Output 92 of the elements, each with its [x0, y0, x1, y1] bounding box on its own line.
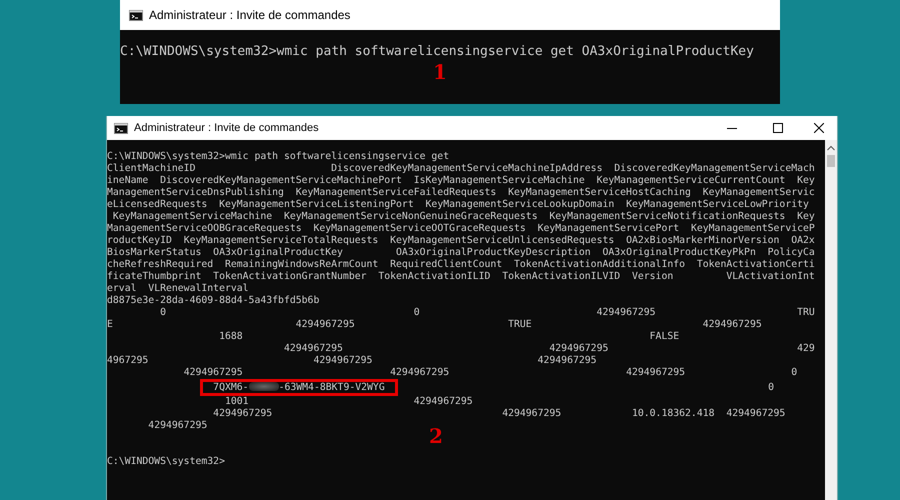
- output-value: 4294967295: [538, 355, 597, 366]
- scrollbar[interactable]: [825, 140, 837, 500]
- maximize-icon: [773, 123, 783, 133]
- column-name: OA3xOriginalProductKeyDescription: [396, 247, 591, 258]
- column-name: BiosMarkerStatus: [107, 247, 202, 258]
- column-name: roductKeyID: [107, 235, 172, 246]
- output-value: 0: [768, 382, 774, 393]
- column-name: DiscoveredKeyManagementServiceMachineIpAddress: [331, 163, 602, 174]
- column-name: ClientMachineID: [107, 163, 196, 174]
- column-name: KeyManagementServiceLookupDomain: [426, 199, 614, 210]
- close-icon: [814, 123, 824, 133]
- column-name: ficateThumbprint: [107, 271, 202, 282]
- column-name: VLActivationInt: [726, 271, 815, 282]
- product-key-text: -63WM4-8BKT9-V2WYG: [278, 382, 385, 393]
- column-name: TokenActivationGrantNumber: [213, 271, 367, 282]
- column-name: DiscoveredKeyManagementServiceMach: [614, 163, 815, 174]
- output-value: d8875e3e-28da-4609-88d4-5a43fbfd5b6b: [107, 295, 320, 306]
- column-name: TokenActivationCerti: [696, 259, 815, 270]
- column-name: KeyManagementServiceTotalRequests: [184, 235, 378, 246]
- output-value: FALSE: [650, 331, 680, 342]
- output-value: TRUE: [508, 319, 532, 330]
- column-name: OA2xBiosMarkerMinorVersion: [626, 235, 780, 246]
- output-value: E: [107, 319, 113, 330]
- column-name: KeyManagementServiceHostCaching: [508, 187, 691, 198]
- column-name: ManagementServiceDnsPublishing: [107, 187, 284, 198]
- product-key-text: 7QXM6-: [213, 382, 249, 393]
- command-text: C:\WINDOWS\system32>wmic path softwarelicensingservice get OA3xOriginalProductKey: [120, 44, 754, 59]
- column-name: ManagementServiceOOBGraceRequests: [107, 223, 302, 234]
- output-value: 4294967295: [148, 420, 208, 431]
- output-value: 4294967295: [284, 343, 343, 354]
- column-name: KeyManagementServiceLowPriority: [626, 199, 809, 210]
- output-value: 4294967295: [726, 408, 786, 419]
- column-name: KeyManagementServiceMachine: [112, 211, 272, 222]
- terminal-icon: [129, 10, 143, 20]
- column-name: erval: [107, 283, 136, 294]
- output-value: 4967295: [107, 355, 148, 366]
- output-value: 4294967295: [596, 307, 656, 318]
- output-value: 4294967295: [414, 396, 473, 407]
- column-name: KeyManagementServic: [702, 187, 815, 198]
- column-name: Key: [797, 211, 815, 222]
- output-value: 4294967295: [549, 343, 608, 354]
- column-name: KeyManagementServiceNotificationRequests: [549, 211, 786, 222]
- output-value: TRU: [797, 307, 815, 318]
- window-title: Administrateur : Invite de commandes: [149, 8, 350, 22]
- column-name: ineName: [107, 175, 148, 186]
- scroll-thumb[interactable]: [827, 155, 835, 167]
- blurred-patch: [248, 382, 279, 391]
- output-value: 429: [797, 343, 815, 354]
- column-name: KeyManagementServiceOOTGraceRequests: [313, 223, 526, 234]
- column-name: KeyManagementServiceUnlicensedRequests: [390, 235, 614, 246]
- column-name: Version: [632, 271, 674, 282]
- output-value: 4294967295: [213, 408, 272, 419]
- output-value: 4294967295: [296, 319, 355, 330]
- output-value: 4294967295: [626, 367, 686, 378]
- column-name: KeyManagementServicePort: [538, 223, 680, 234]
- column-name: RemainingWindowsReArmCount: [224, 259, 378, 270]
- output-value: 1001: [224, 396, 249, 407]
- column-name: IsKeyManagementServiceMachine: [414, 175, 585, 186]
- output-value: 0: [791, 367, 798, 378]
- column-name: Key: [797, 175, 815, 186]
- window-title: Administrateur : Invite de commandes: [134, 122, 319, 134]
- column-name: OA3xOriginalProductKey: [213, 247, 343, 258]
- step-number: 2: [429, 426, 443, 446]
- output-value: 0: [414, 307, 420, 318]
- column-name: TokenActivationAdditionalInfo: [514, 259, 686, 270]
- column-name: TokenActivationILVID: [502, 271, 620, 282]
- column-name: PolicyCa: [768, 247, 815, 258]
- column-name: KeyManagementServiceNonGenuineGraceRequests: [284, 211, 538, 222]
- output-value: 1688: [219, 331, 243, 342]
- column-name: KeyManagementServiceListeningPort: [219, 199, 414, 210]
- column-name: eLicensedRequests: [107, 199, 208, 210]
- column-name: KeyManagementServiceFailedRequests: [296, 187, 496, 198]
- column-name: RequiredClientCount: [390, 259, 502, 270]
- column-name: cheRefreshRequired: [107, 259, 214, 270]
- output-value: 0: [160, 307, 166, 318]
- output-value: 4294967295: [702, 319, 762, 330]
- column-name: KeyManagementServiceCurrentCount: [596, 175, 786, 186]
- prompt-text: C:\WINDOWS\system32>: [107, 456, 225, 467]
- output-value: 10.0.18362.418: [632, 408, 715, 419]
- column-name: KeyManagementServiceP: [690, 223, 815, 234]
- output-value: 4294967295: [502, 408, 562, 419]
- column-name: DiscoveredKeyManagementServiceMachinePort: [160, 175, 402, 186]
- output-value: 4294967295: [313, 355, 372, 366]
- step-number: 1: [433, 62, 447, 82]
- column-name: OA3xOriginalProductKeyPkPn: [602, 247, 756, 258]
- column-name: TokenActivationILID: [378, 271, 490, 282]
- column-name: OA2x: [791, 235, 815, 246]
- command-text: C:\WINDOWS\system32>wmic path softwarelicensingservice get: [107, 151, 450, 162]
- output-value: 4294967295: [390, 367, 450, 378]
- terminal-icon: [114, 122, 128, 134]
- column-name: VLRenewalInterval: [148, 283, 249, 294]
- output-value: 4294967295: [184, 367, 243, 378]
